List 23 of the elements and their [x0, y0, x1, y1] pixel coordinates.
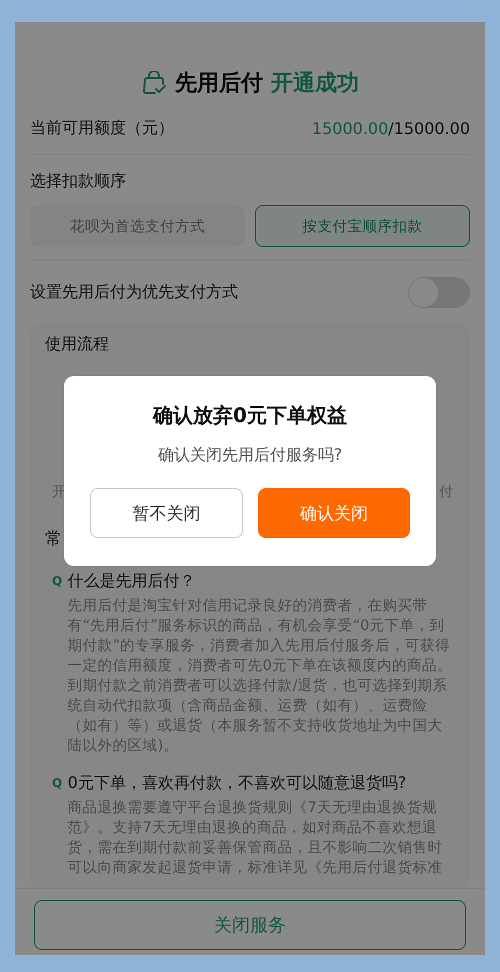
faq-heading: 常: [45, 528, 63, 550]
toggle-label: 设置先用后付为优先支付方式: [30, 282, 238, 302]
faq-answer: 先用后付是淘宝针对信用记录良好的消费者，在购买带有“先用后付”服务标识的商品，有机会享受“0元下单，到期付款”的专享服务，消费者加入先用后付服务后，可获得一定的信用额度，消费者可先0元下单在该额度内的商品。到期付款之前消费者可以选择付款/退货，也可选择到期系统自动代扣款项（含商品金额、运费（如有）、运费险（如有）等）或退货（本服务暂不支持收货地址为中国大陆以外的区域)。: [68, 596, 453, 756]
faq-question: 0元下单，喜欢再付款，不喜欢可以随意退货吗?: [68, 772, 408, 794]
close-service-button[interactable]: 关闭服务: [34, 900, 466, 950]
total-amount: /15000.00: [388, 118, 470, 138]
question-mark-icon: Q: [52, 776, 64, 790]
faq-question: 什么是先用后付？: [68, 570, 197, 592]
status-text: 开通成功: [271, 70, 359, 98]
confirm-button[interactable]: 确认关闭: [258, 488, 410, 538]
credit-label: 当前可用额度（元）: [30, 118, 174, 138]
available-amount: 15000.00: [312, 118, 388, 138]
dialog-title: 确认放弃0元下单权益: [153, 402, 347, 429]
dialog-message: 确认关闭先用后付服务吗?: [158, 445, 342, 466]
cancel-button[interactable]: 暂不关闭: [90, 488, 242, 538]
page-title: 先用后付: [175, 70, 263, 98]
question-mark-icon: Q: [52, 574, 64, 588]
payment-order-option[interactable]: 花呗为首选支付方式: [30, 205, 245, 247]
section-label: 选择扣款顺序: [30, 171, 127, 192]
bag-check-icon: [141, 71, 167, 95]
card-title: 使用流程: [45, 334, 110, 355]
faq-answer: 商品退换需要遵守平台退换货规则《7天无理由退换货规范》。支持7天无理由退换的商品，如对商品不喜欢想退货，需在到期付款前妥善保管商品，且不影响二次销售时可以向商家发起退货申请，标准详见《先用后付退货标准: [68, 798, 444, 878]
payment-order-option[interactable]: 按支付宝顺序扣款: [255, 205, 470, 247]
